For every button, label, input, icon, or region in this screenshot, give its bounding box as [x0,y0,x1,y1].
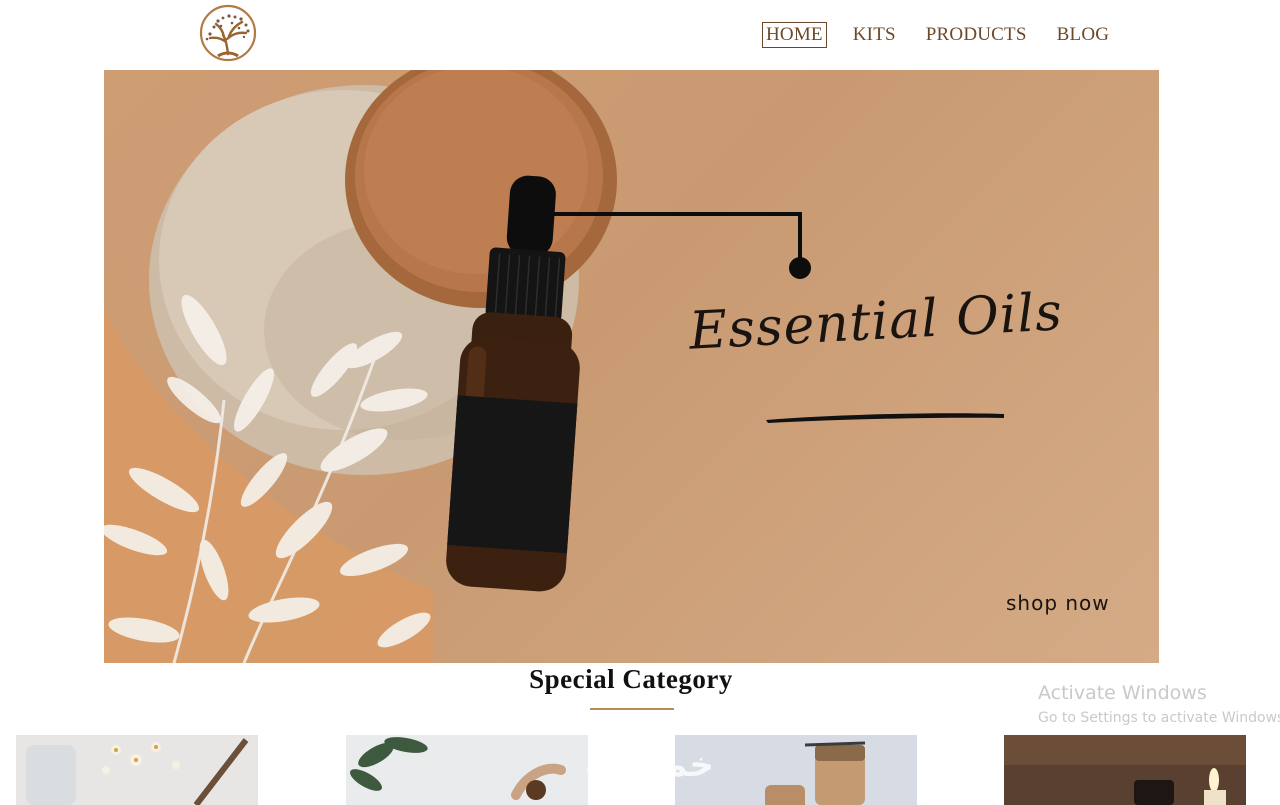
shop-now-link[interactable]: shop now [1006,591,1110,615]
category-card-4[interactable] [1004,735,1246,805]
category-image-4 [1004,735,1246,805]
tree-logo-icon[interactable] [196,4,260,62]
nav-products[interactable]: PRODUCTS [922,22,1031,48]
nav-blog[interactable]: BLOG [1053,22,1114,48]
hero-banner[interactable]: Essential Oils shop now [104,70,1159,663]
category-card-1[interactable] [16,735,258,805]
category-card-2[interactable] [346,735,588,805]
category-image-1 [16,735,258,805]
activate-windows-title: Activate Windows [1038,682,1207,704]
section-divider [590,708,674,710]
category-image-2 [346,735,588,805]
nav-home[interactable]: HOME [762,22,827,48]
site-watermark: خمسات [585,745,714,785]
activate-windows-subtitle: Go to Settings to activate Windows. [1038,710,1280,726]
main-nav: HOME KITS PRODUCTS BLOG [762,20,1135,50]
nav-kits[interactable]: KITS [849,22,900,48]
hero-image [104,70,1004,663]
